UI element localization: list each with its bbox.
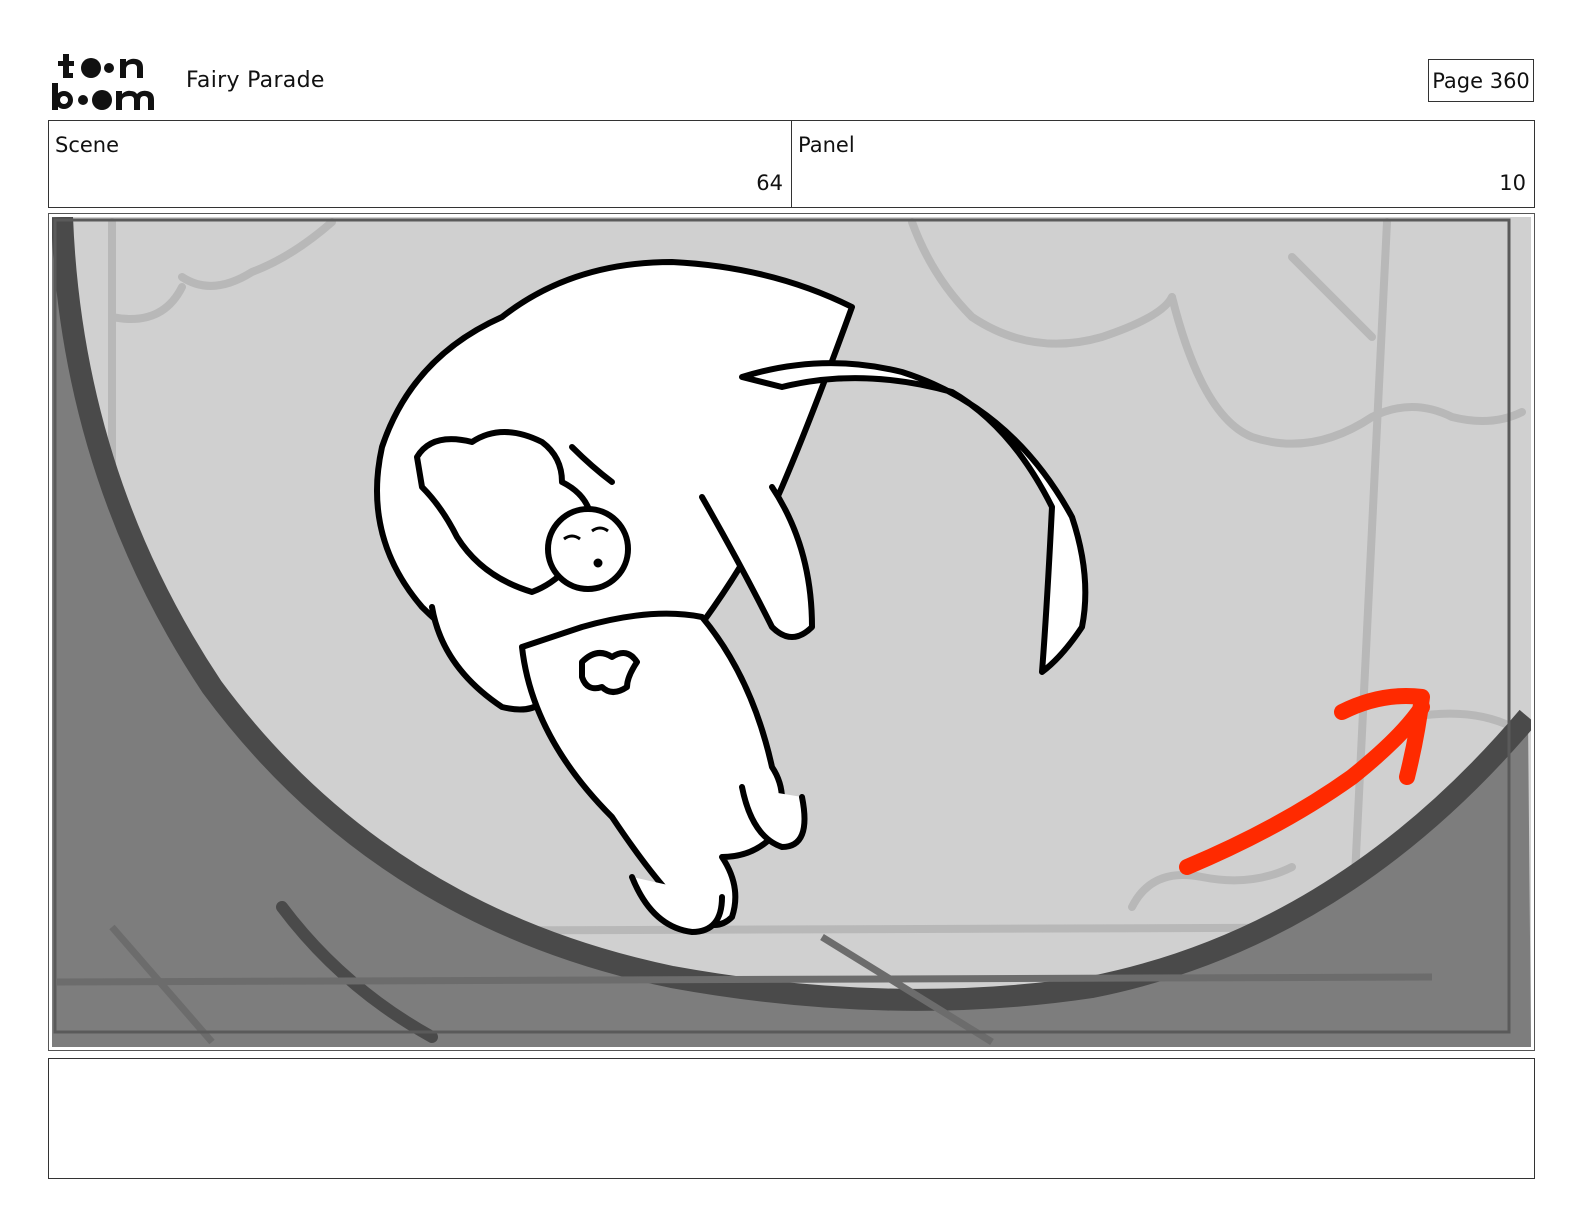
page-number: Page 360 bbox=[1428, 59, 1534, 102]
scene-label: Scene bbox=[55, 133, 120, 157]
panel-label: Panel bbox=[798, 133, 855, 157]
project-title: Fairy Parade bbox=[186, 68, 325, 93]
toon-boom-logo bbox=[50, 50, 165, 112]
scene-panel-info: Scene 64 Panel 10 bbox=[48, 120, 1535, 208]
toon-boom-logo-graphic bbox=[52, 54, 154, 110]
panel-notes bbox=[48, 1058, 1535, 1179]
panel-cell: Panel 10 bbox=[791, 121, 1534, 207]
panel-number: 10 bbox=[1499, 171, 1526, 195]
storyboard-panel bbox=[48, 213, 1535, 1051]
panel-drawing bbox=[52, 217, 1531, 1047]
scene-cell: Scene 64 bbox=[49, 121, 791, 207]
scene-number: 64 bbox=[756, 171, 783, 195]
